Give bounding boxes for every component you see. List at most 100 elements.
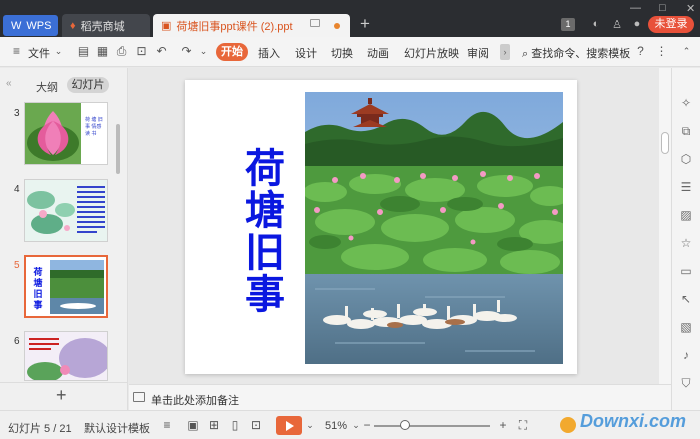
menu-transition[interactable]: 切换 xyxy=(331,45,353,61)
scrollbar-thumb[interactable] xyxy=(661,132,669,154)
command-search[interactable]: ⌕ 查找命令、搜索模板 xyxy=(522,45,630,61)
slide-number: 6 xyxy=(14,336,20,347)
current-slide[interactable]: 荷塘旧事 xyxy=(185,80,577,374)
undo-icon[interactable]: ↶ xyxy=(155,45,168,58)
tab-label: WPS xyxy=(26,19,52,32)
menu-more-button[interactable]: › xyxy=(500,44,510,60)
minimize-icon[interactable]: — xyxy=(630,2,641,14)
menu-start[interactable]: 开始 xyxy=(216,43,248,61)
copy-format-icon[interactable]: ⧉ xyxy=(679,124,693,138)
magic-wand-icon[interactable]: ✧ xyxy=(679,96,693,110)
close-window-icon[interactable]: ✕ xyxy=(686,2,695,15)
play-slideshow-button[interactable] xyxy=(276,416,302,435)
menu-bar: ≡ 文件 ⌄ ▤ ▦ ⎙ ⊡ ↶ ↷ ⌄ 开始 插入 设计 切换 动画 幻灯片放… xyxy=(0,37,700,67)
lotus-pond-photo[interactable] xyxy=(305,92,563,364)
slide-canvas: 荷塘旧事 xyxy=(129,68,659,384)
search-label: 查找命令、搜索模板 xyxy=(531,48,631,60)
print-icon[interactable]: ⎙ xyxy=(115,45,128,58)
zoom-slider[interactable] xyxy=(374,425,490,427)
shirt-icon[interactable]: ♙ xyxy=(610,18,624,32)
sliders-icon[interactable]: ☰ xyxy=(679,180,693,194)
menu-insert[interactable]: 插入 xyxy=(258,45,280,61)
search-icon: ⌕ xyxy=(522,48,529,60)
title-bar: — □ ✕ W WPS ♦ 稻壳商城 ▣ 荷塘旧事ppt课件 (2).ppt +… xyxy=(0,0,700,37)
panel-scrollbar[interactable] xyxy=(116,124,120,174)
reading-view-icon[interactable]: ▯ xyxy=(228,418,242,432)
window-count-badge[interactable]: 1 xyxy=(561,18,575,31)
tab-outline[interactable]: 大纲 xyxy=(36,79,58,95)
menu-file[interactable]: 文件 xyxy=(28,45,50,61)
collapse-ribbon-icon[interactable]: ⌃ xyxy=(680,45,693,58)
more-options-icon[interactable]: ⋮ xyxy=(655,45,668,58)
slides-panel: « 大纲 幻灯片 3 荷 塘 旧 事 情感 读 书 4 5 荷塘旧事 6 + xyxy=(0,68,128,410)
add-slide-button[interactable]: + xyxy=(56,386,67,404)
zoom-slider-thumb[interactable] xyxy=(400,420,411,430)
animation-icon[interactable]: ▨ xyxy=(679,208,693,222)
slide-thumbnail-6[interactable] xyxy=(24,331,108,381)
watermark-text: Downxi.com xyxy=(580,411,687,431)
maximize-icon[interactable]: □ xyxy=(659,2,666,14)
slide-library-icon[interactable]: ▭ xyxy=(679,264,693,278)
slide-thumbnail-5[interactable]: 荷塘旧事 xyxy=(24,255,108,318)
thumbnail-text: 荷塘旧事 xyxy=(33,267,43,310)
image-icon[interactable]: ▧ xyxy=(679,320,693,334)
notes-bar[interactable]: 单击此处添加备注 xyxy=(129,384,671,410)
slide-title[interactable]: 荷塘旧事 xyxy=(230,148,300,316)
menu-review[interactable]: 审阅 xyxy=(467,45,489,61)
help-icon[interactable]: ? xyxy=(634,45,647,58)
presenter-icon[interactable]: ⊡ xyxy=(249,418,263,432)
play-dropdown-icon[interactable]: ⌄ xyxy=(303,418,317,432)
slide-counter: 幻灯片 5 / 21 xyxy=(8,423,72,435)
star-icon[interactable]: ☆ xyxy=(679,236,693,250)
tab-document[interactable]: ▣ 荷塘旧事ppt课件 (2).ppt xyxy=(153,14,350,37)
new-tab-button[interactable]: + xyxy=(360,14,370,34)
monitor-icon[interactable] xyxy=(310,19,320,27)
print-preview-icon[interactable]: ⊡ xyxy=(135,45,148,58)
menu-animation[interactable]: 动画 xyxy=(367,45,389,61)
shapes-icon[interactable]: ⬡ xyxy=(679,152,693,166)
tab-store[interactable]: ♦ 稻壳商城 xyxy=(62,14,150,37)
tab-slides[interactable]: 幻灯片 xyxy=(67,77,109,93)
audio-icon[interactable]: ♪ xyxy=(679,348,693,362)
pond-thumbnail-image xyxy=(50,260,104,314)
fit-window-icon[interactable]: ⛶ xyxy=(516,418,530,432)
cursor-icon[interactable]: ↖ xyxy=(679,292,693,306)
save-icon[interactable]: ▤ xyxy=(77,45,90,58)
slide-number: 4 xyxy=(14,184,20,195)
zoom-in-icon[interactable]: + xyxy=(496,418,510,432)
tab-wps-home[interactable]: W WPS xyxy=(3,15,58,36)
flame-icon: ♦ xyxy=(70,19,76,32)
shield-icon[interactable]: ⛉ xyxy=(679,376,693,390)
ppt-file-icon: ▣ xyxy=(161,20,172,32)
chevron-down-icon[interactable]: ⌄ xyxy=(52,45,65,58)
login-button[interactable]: 未登录 xyxy=(648,16,694,33)
slide-number: 5 xyxy=(14,260,20,271)
menu-design[interactable]: 设计 xyxy=(295,45,317,61)
lotus-painting-image xyxy=(27,186,105,234)
wps-logo-icon: W xyxy=(11,19,22,32)
collapse-panel-icon[interactable]: « xyxy=(6,78,12,89)
zoom-out-icon[interactable]: − xyxy=(360,418,374,432)
hamburger-icon[interactable]: ≡ xyxy=(10,45,23,58)
canvas-scrollbar[interactable] xyxy=(659,68,671,384)
user-avatar-icon[interactable]: ● xyxy=(630,18,644,32)
export-pdf-icon[interactable]: ▦ xyxy=(96,45,109,58)
normal-view-icon[interactable]: ▣ xyxy=(186,418,200,432)
slide-thumbnail-4[interactable] xyxy=(24,179,108,242)
redo-dropdown-icon[interactable]: ⌄ xyxy=(197,45,210,58)
notes-toggle-icon[interactable]: ≡ xyxy=(160,418,174,432)
zoom-level[interactable]: 51% xyxy=(325,420,347,432)
template-name[interactable]: 默认设计模板 xyxy=(84,420,150,436)
lotus-painting-image xyxy=(25,332,107,380)
watermark-logo xyxy=(560,417,576,433)
skin-icon[interactable]: ◐ xyxy=(589,18,603,32)
notes-placeholder[interactable]: 单击此处添加备注 xyxy=(151,392,239,408)
thumbnail-text: 荷 塘 旧 事 情感 读 书 xyxy=(85,117,103,137)
menu-slideshow[interactable]: 幻灯片放映 xyxy=(404,45,459,61)
panel-header: « 大纲 幻灯片 xyxy=(0,68,128,96)
slide-sorter-icon[interactable]: ⊞ xyxy=(207,418,221,432)
slide-thumbnail-3[interactable]: 荷 塘 旧 事 情感 读 书 xyxy=(24,102,108,165)
tab-label: 荷塘旧事ppt课件 (2).ppt xyxy=(176,20,293,33)
right-tool-rail: ✧ ⧉ ⬡ ☰ ▨ ☆ ▭ ↖ ▧ ♪ ⛉ xyxy=(671,68,700,410)
redo-icon[interactable]: ↷ xyxy=(180,45,193,58)
